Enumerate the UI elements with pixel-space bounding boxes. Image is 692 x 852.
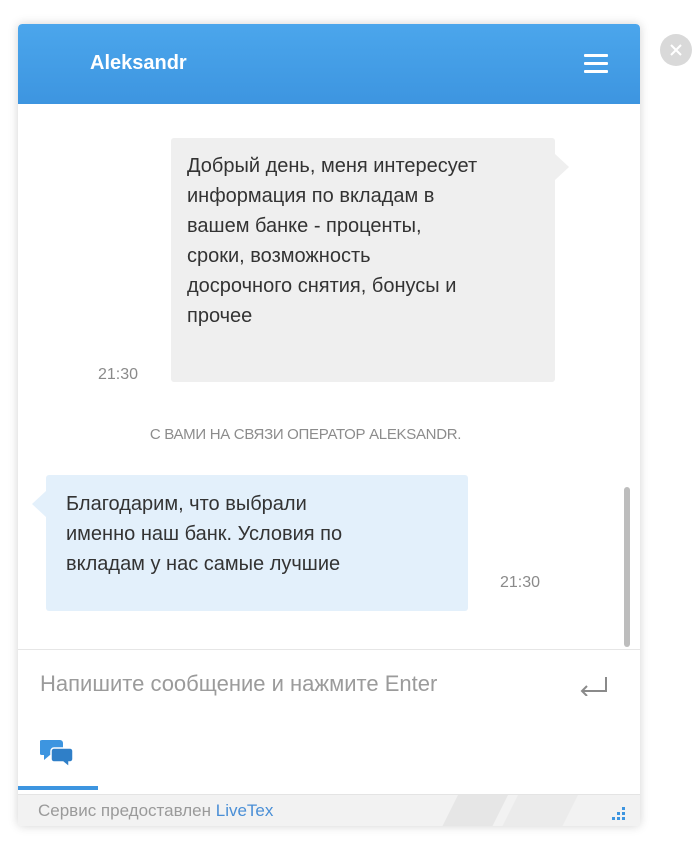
system-message: С ВАМИ НА СВЯЗИ ОПЕРАТОР ALEKSANDR. [149,426,462,443]
hamburger-menu-icon[interactable] [584,54,608,74]
footer-service-text: Сервис предоставлен LiveTex [38,801,273,821]
footer: Сервис предоставлен LiveTex [18,794,640,826]
tab-active-indicator [18,786,98,790]
chat-header: Aleksandr [18,24,640,104]
close-icon [670,44,682,56]
chat-bubbles-icon [40,740,74,768]
operator-name: Aleksandr [90,52,187,74]
message-scrollbar[interactable] [624,487,630,647]
livetex-link[interactable]: LiveTex [216,801,274,820]
resize-grip-icon[interactable] [610,805,626,821]
composer-divider [18,649,640,650]
client-message-time: 21:30 [98,366,139,383]
close-button[interactable] [660,34,692,66]
chat-widget: Aleksandr 21:30 Добрый день, меня интере… [18,24,640,826]
footer-decoration [442,795,578,826]
footer-service-label: Сервис предоставлен [38,801,216,820]
operator-message-bubble: Благодарим, что выбрали именно наш банк.… [32,475,468,611]
enter-return-icon[interactable] [576,674,608,696]
client-message-bubble: Добрый день, меня интересует информация … [171,138,569,382]
message-list[interactable]: 21:30 Добрый день, меня интересует инфор… [18,104,640,649]
operator-message-time: 21:30 [500,574,541,591]
message-input[interactable] [40,664,560,704]
tab-chat[interactable] [18,724,98,794]
